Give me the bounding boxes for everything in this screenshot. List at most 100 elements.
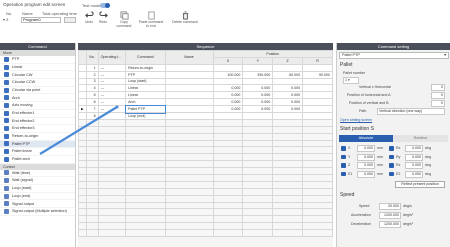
open-setting-link[interactable]: Open setting screen (340, 118, 372, 122)
palette-item-linear[interactable]: Linear (0, 64, 75, 72)
tab-relative[interactable]: Relative (393, 135, 448, 142)
axis-label: X (348, 146, 351, 150)
pallet-number-select[interactable]: 1 ▾ (343, 77, 359, 84)
empty-row (77, 132, 333, 141)
cell-y (242, 112, 274, 120)
axis-checkbox[interactable] (389, 146, 394, 151)
delete-command-button[interactable]: Delete command (172, 11, 198, 25)
axis-unit: mm (377, 154, 383, 159)
table-row[interactable]: 5 --- Linear 0.000 0.000 0.000 (77, 91, 333, 100)
table-row[interactable]: ▶ 7 --- Pallet PTP 0.000 0.000 0.000 (77, 104, 333, 114)
palette-item-ptp[interactable]: PTP (0, 56, 75, 64)
redo-button[interactable]: Redo (92, 11, 114, 25)
palette-item-end-effector1[interactable]: End effector1 (0, 110, 75, 118)
palette-item-pallet-linear[interactable]: Pallet linear (0, 148, 75, 156)
empty-row (77, 187, 333, 196)
col-z: Z (272, 56, 304, 65)
palette-item-label: End effector3 (12, 126, 35, 131)
axis-checkbox[interactable] (341, 154, 346, 159)
cell-command: Linear (125, 84, 166, 93)
pos-horizontal-field[interactable]: 0 (431, 92, 445, 99)
table-row[interactable]: 8 --- Loop (end) (77, 112, 333, 120)
table-row[interactable]: 4 --- Linear 0.000 0.000 0.000 (77, 84, 333, 93)
axis-value-field[interactable]: 0.000 (405, 153, 423, 161)
palette-item-end-effector2[interactable]: End effector2 (0, 118, 75, 126)
name-field[interactable]: Program0 (21, 17, 61, 23)
command-select[interactable]: Pallet PTP ▾ (339, 52, 449, 59)
empty-row (77, 139, 333, 148)
vertical-horizontal-field[interactable]: 0 (431, 84, 445, 91)
cell-y: 390.000 (242, 70, 274, 79)
palette-item-wait-time[interactable]: Wait (time) (0, 170, 75, 178)
axis-checkbox[interactable] (389, 154, 394, 159)
acceleration-field[interactable]: 1200.000 (379, 212, 401, 219)
table-row[interactable]: 6 --- Arch 0.000 0.000 0.000 (77, 98, 333, 107)
palette-item-axis-moving[interactable]: Axis moving (0, 102, 75, 110)
palette-item-signal-output[interactable]: Signal output (0, 200, 75, 209)
row-arrow (77, 112, 88, 120)
cell-x (212, 112, 244, 120)
axis-value-field[interactable]: 0.000 (357, 170, 375, 178)
axis-checkbox[interactable] (341, 163, 346, 168)
tab-absolute[interactable]: Absolute (339, 135, 393, 142)
cell-y (242, 77, 274, 86)
cell-z (272, 112, 304, 120)
pallet-title: Pallet (340, 62, 353, 68)
axis-checkbox[interactable] (341, 171, 346, 176)
axis-value-field[interactable]: 0.000 (405, 170, 423, 178)
palette-item-circular-via-point[interactable]: Circular via point (0, 87, 75, 95)
palette-item-return-to-origin[interactable]: Return-to-origin (0, 133, 75, 141)
axis-checkbox[interactable] (341, 146, 346, 151)
pallet-number-label: Pallet number (343, 71, 366, 75)
empty-row (77, 153, 333, 162)
pos-vertical-field[interactable]: 0 (431, 100, 445, 107)
palette-item-pallet-arch[interactable]: Pallet arch (0, 156, 75, 164)
command-icon (4, 118, 9, 124)
axis-value-field[interactable]: 0.000 (357, 162, 375, 169)
test-mode-toggle[interactable] (100, 3, 110, 8)
command-icon (4, 64, 9, 70)
axis-value-field[interactable]: 0.000 (357, 145, 375, 152)
palette-item-label: Wait (signal) (12, 178, 33, 183)
reflect-present-position-button[interactable]: Reflect present position (395, 181, 445, 188)
cell-r (302, 105, 333, 114)
palette-item-end-effector3[interactable]: End effector3 (0, 125, 75, 133)
command-select-value: Pallet PTP (342, 53, 360, 57)
axis-checkbox[interactable] (389, 163, 394, 168)
speed-field[interactable]: 20.000 (379, 203, 401, 210)
palette-item-loop-end[interactable]: Loop (end) (0, 193, 75, 201)
control-command-list: Wait (time) Wait (signal) Loop (start) Loop… (0, 170, 75, 216)
path-select[interactable]: Vertical direction (one way) (377, 108, 445, 115)
command-icon (4, 133, 9, 139)
palette-item-circular-ccw[interactable]: Circular CCW (0, 79, 75, 87)
total-time-label: Total operating time (42, 11, 77, 16)
axis-value-field[interactable]: 0.000 (405, 145, 423, 152)
sequence-table: No. Operating t... Command Name Position… (77, 50, 333, 238)
acceleration-label: Acceleration (351, 213, 371, 217)
palette-item-loop-start[interactable]: Loop (start) (0, 185, 75, 193)
deceleration-field[interactable]: 1200.000 (379, 221, 401, 228)
table-row[interactable]: 2 --- PTP 100.000 390.000 50.000 90.000 (77, 70, 333, 79)
empty-row (77, 167, 333, 176)
palette-item-label: Axis moving (12, 103, 33, 108)
palette-item-signal-output-multiple-selection[interactable]: Signal output (Multiple selection) (0, 208, 75, 216)
axis-value-field[interactable]: 0.000 (357, 153, 375, 161)
empty-row (77, 146, 333, 155)
speed-title: Speed (340, 192, 355, 198)
palette-item-label: Return-to-origin (12, 134, 39, 139)
col-arrow (77, 50, 88, 65)
palette-item-arch[interactable]: Arch (0, 94, 75, 103)
copy-icon (119, 11, 129, 20)
table-row[interactable]: 3 --- Loop (start) (77, 77, 333, 86)
paste-command-button[interactable]: Paste command to end (137, 11, 165, 29)
cell-no: 7 (86, 105, 99, 114)
axis-value-field[interactable]: 0.000 (405, 162, 423, 169)
cell-y: 0.000 (242, 105, 274, 114)
palette-item-pallet-ptp[interactable]: Pallet PTP (0, 140, 75, 149)
palette-item-wait-signal[interactable]: Wait (signal) (0, 177, 75, 185)
axis-checkbox[interactable] (389, 171, 394, 176)
sequence-panel: Sequence No. Operating t... Command Name… (77, 43, 333, 247)
table-row[interactable]: 1 --- Return-to-origin (77, 63, 333, 72)
copy-command-button[interactable]: Copy command (113, 11, 135, 29)
palette-item-circular-cw[interactable]: Circular CW (0, 71, 75, 80)
